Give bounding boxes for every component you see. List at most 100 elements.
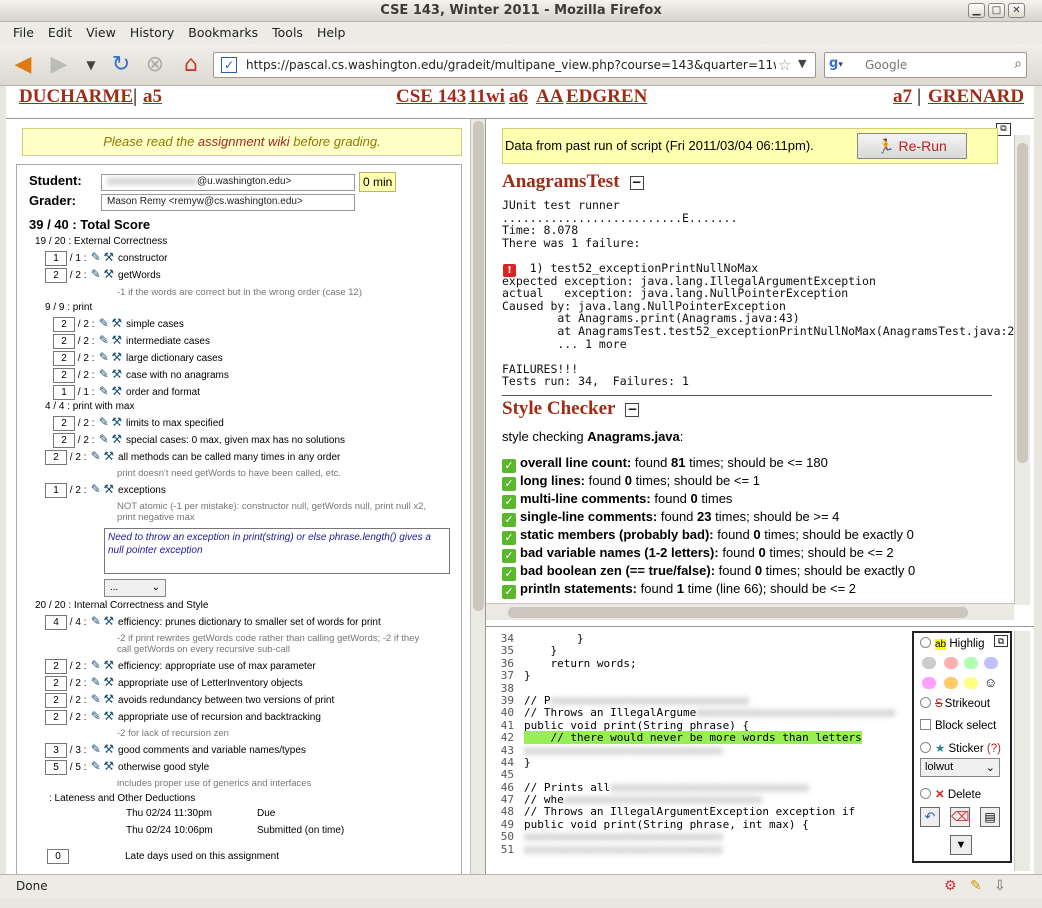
code-text[interactable]: return words; xyxy=(524,657,636,670)
results-hscrollbar[interactable] xyxy=(486,603,1014,620)
highlight-tool[interactable]: ab Highlig xyxy=(920,637,985,650)
sticker-select[interactable]: lolwut ⌄ xyxy=(920,758,1000,777)
score-input[interactable] xyxy=(53,334,75,349)
score-input[interactable] xyxy=(53,433,75,448)
google-icon[interactable]: g▾ xyxy=(829,56,863,74)
score-input[interactable] xyxy=(45,615,67,630)
next-assignment-link[interactable]: a7 xyxy=(893,86,912,108)
score-input[interactable] xyxy=(45,659,67,674)
score-input[interactable] xyxy=(53,416,75,431)
section-link[interactable]: AA xyxy=(536,86,563,108)
score-input[interactable] xyxy=(45,450,67,465)
rerun-button[interactable]: 🏃 Re-Run xyxy=(857,133,967,159)
course-link[interactable]: CSE 143 xyxy=(396,86,466,108)
stop-icon[interactable]: ⊗ xyxy=(142,53,168,77)
score-input[interactable] xyxy=(53,317,75,332)
edit-icon[interactable]: ✎ xyxy=(89,268,102,281)
score-input[interactable] xyxy=(53,385,75,400)
hammer-icon[interactable]: ⚒ xyxy=(110,368,123,381)
home-icon[interactable]: ⌂ xyxy=(178,53,204,77)
code-text[interactable]: public void print(String phrase, int max… xyxy=(524,818,809,831)
highlight-radio[interactable] xyxy=(920,637,931,648)
score-input[interactable] xyxy=(45,710,67,725)
edit-icon[interactable]: ✎ xyxy=(89,450,102,463)
expand-down-icon[interactable]: ▼ xyxy=(950,835,972,855)
score-input[interactable] xyxy=(45,268,67,283)
bookmark-star-icon[interactable]: ☆ xyxy=(778,56,791,74)
palette-icon[interactable]: ☺ xyxy=(984,675,997,690)
hammer-icon[interactable]: ⚒ xyxy=(102,710,115,723)
block-select-checkbox[interactable] xyxy=(920,719,931,730)
menu-file[interactable]: File xyxy=(6,22,41,40)
sticker-radio[interactable] xyxy=(920,742,931,753)
forward-icon[interactable]: ▶ xyxy=(46,53,72,77)
score-input[interactable] xyxy=(45,693,67,708)
edit-icon[interactable]: ✎ xyxy=(89,760,102,773)
hammer-icon[interactable]: ⚒ xyxy=(110,317,123,330)
hammer-icon[interactable]: ⚒ xyxy=(110,416,123,429)
assignment-link[interactable]: a6 xyxy=(509,86,528,108)
grader-field[interactable]: Mason Remy <remyw@cs.washington.edu> xyxy=(101,194,355,211)
next-student-link[interactable]: GRENARD xyxy=(928,86,1024,108)
url-dropdown-icon[interactable]: ▼ xyxy=(798,57,806,70)
hammer-icon[interactable]: ⚒ xyxy=(102,659,115,672)
close-button[interactable]: ✕ xyxy=(1008,3,1025,18)
score-input[interactable] xyxy=(45,251,67,266)
strikeout-radio[interactable] xyxy=(920,697,931,708)
swatch-pink[interactable] xyxy=(922,677,936,689)
score-input[interactable] xyxy=(45,676,67,691)
hammer-icon[interactable]: ⚒ xyxy=(102,693,115,706)
url-text[interactable]: https://pascal.cs.washington.edu/gradeit… xyxy=(246,58,776,72)
score-input[interactable] xyxy=(45,743,67,758)
block-select-tool[interactable]: Block select xyxy=(920,719,996,732)
addon-icon[interactable]: ⚙ xyxy=(944,878,957,894)
edit-icon[interactable]: ✎ xyxy=(97,433,110,446)
menu-edit[interactable]: Edit xyxy=(41,22,79,40)
menu-bookmarks[interactable]: Bookmarks xyxy=(181,22,265,40)
edit-icon[interactable]: ✎ xyxy=(89,483,102,496)
code-text[interactable]: } xyxy=(524,632,584,645)
strikeout-tool[interactable]: S Strikeout xyxy=(920,697,990,710)
prev-student-link[interactable]: DUCHARME xyxy=(19,86,133,108)
edit-icon[interactable]: ✎ xyxy=(97,334,110,347)
menu-help[interactable]: Help xyxy=(310,22,353,40)
download-icon[interactable]: ⇩ xyxy=(994,878,1006,894)
notes-icon[interactable]: ▤ xyxy=(980,807,1000,827)
edit-icon[interactable]: ✎ xyxy=(89,659,102,672)
code-text[interactable]: // Prints all xyxy=(524,781,610,794)
prev-assignment-link[interactable]: a5 xyxy=(143,86,162,108)
edit-icon[interactable]: ✎ xyxy=(97,368,110,381)
code-text[interactable]: // whe xyxy=(524,793,564,806)
hammer-icon[interactable]: ⚒ xyxy=(102,760,115,773)
code-text[interactable]: // there would never be more words than … xyxy=(524,731,862,745)
search-input[interactable] xyxy=(865,56,1003,74)
hammer-icon[interactable]: ⚒ xyxy=(102,251,115,264)
edit-icon[interactable]: ✎ xyxy=(89,676,102,689)
code-text[interactable]: } xyxy=(524,644,557,657)
hammer-icon[interactable]: ⚒ xyxy=(110,334,123,347)
edit-icon[interactable]: ✎ xyxy=(89,615,102,628)
hammer-icon[interactable]: ⚒ xyxy=(102,615,115,628)
edit-icon[interactable]: ✎ xyxy=(97,416,110,429)
comment-dropdown[interactable]: ... ⌄ xyxy=(104,579,166,597)
edit-icon[interactable]: ✎ xyxy=(97,351,110,364)
url-bar[interactable]: ✓ https://pascal.cs.washington.edu/grade… xyxy=(213,52,816,78)
search-bar[interactable]: g▾ ⌕ xyxy=(824,52,1027,78)
code-scrollbar[interactable] xyxy=(1014,631,1030,871)
hammer-icon[interactable]: ⚒ xyxy=(102,268,115,281)
results-scrollbar[interactable] xyxy=(1014,135,1030,605)
code-text[interactable]: public void print(String phrase) { xyxy=(524,719,749,732)
edit-icon[interactable]: ✎ xyxy=(97,385,110,398)
hammer-icon[interactable]: ⚒ xyxy=(110,351,123,364)
left-scrollbar-thumb[interactable] xyxy=(473,121,484,611)
search-icon[interactable]: ⌕ xyxy=(1014,56,1022,72)
edit-icon[interactable]: ✎ xyxy=(97,317,110,330)
undo-icon[interactable]: ↶ xyxy=(920,807,940,827)
menu-tools[interactable]: Tools xyxy=(265,22,310,40)
code-text[interactable]: // Throws an IllegalArgume xyxy=(524,706,696,719)
ta-link[interactable]: EDGREN xyxy=(566,86,647,108)
history-dropdown-icon[interactable]: ▼ xyxy=(78,53,104,77)
results-scrollbar-thumb[interactable] xyxy=(1017,143,1028,463)
code-text[interactable]: } xyxy=(524,669,531,682)
quarter-link[interactable]: 11wi xyxy=(468,86,505,108)
